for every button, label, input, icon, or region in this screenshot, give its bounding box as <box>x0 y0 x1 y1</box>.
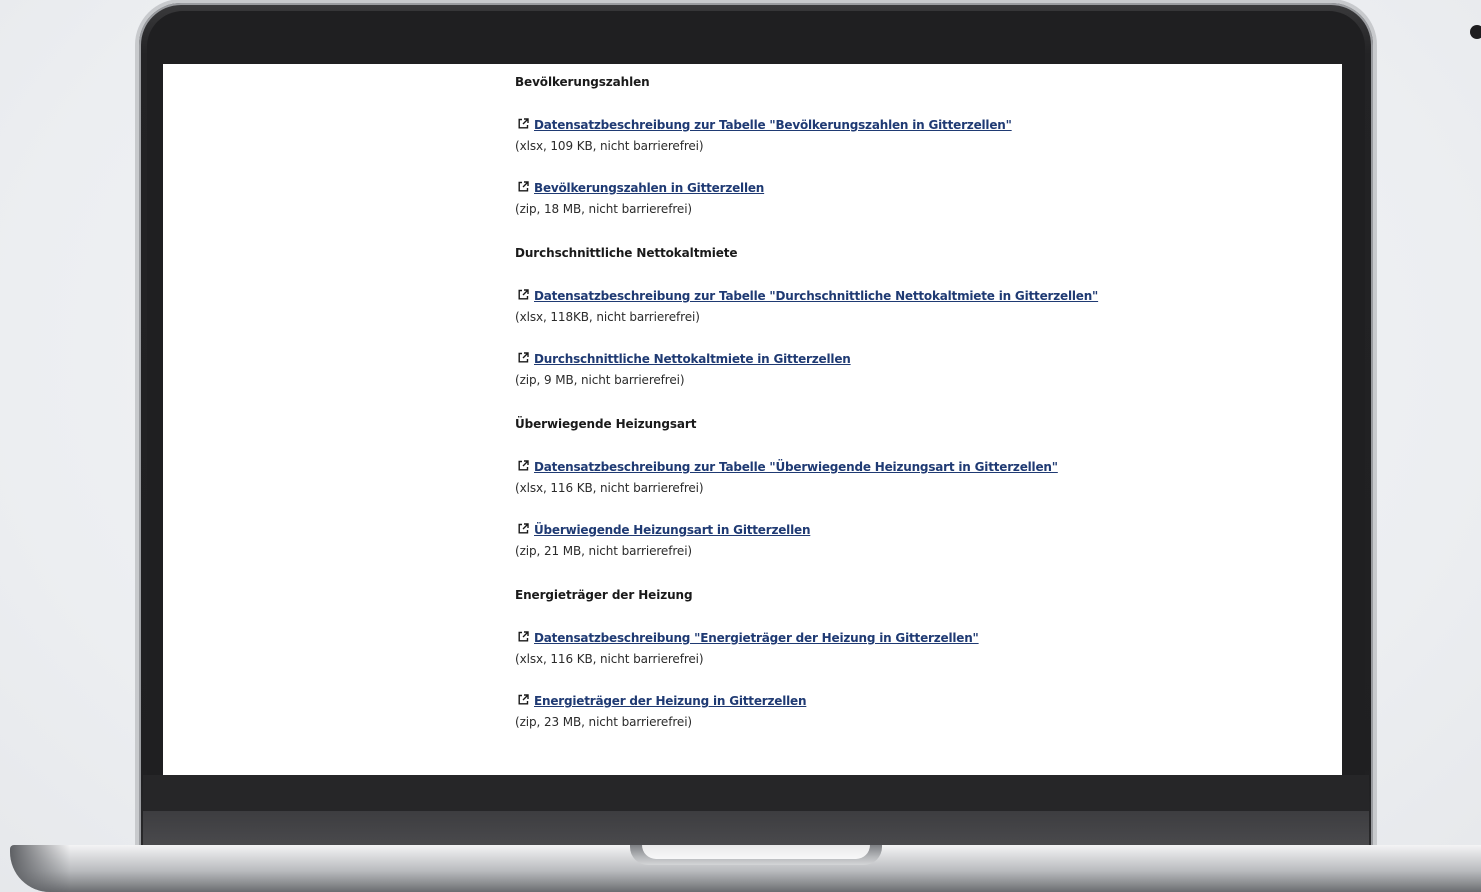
file-meta: (xlsx, 118KB, nicht barrierefrei) <box>515 310 700 324</box>
laptop-screen: Bevölkerungszahlen Datensatzbeschreibung… <box>163 64 1342 775</box>
file-meta: (zip, 23 MB, nicht barrierefrei) <box>515 715 693 729</box>
external-link-icon <box>518 460 529 471</box>
external-link-icon <box>518 694 529 705</box>
download-link-label: Datensatzbeschreibung zur Tabelle "Überw… <box>534 460 1058 474</box>
download-link-label: Datensatzbeschreibung zur Tabelle "Durch… <box>534 289 1099 303</box>
download-link-label: Energieträger der Heizung in Gitterzelle… <box>534 694 807 708</box>
external-link-icon <box>518 118 529 129</box>
download-link-label: Bevölkerungszahlen in Gitterzellen <box>534 181 765 195</box>
file-meta: (zip, 21 MB, nicht barrierefrei) <box>515 544 693 558</box>
external-link-icon <box>518 631 529 642</box>
file-meta: (zip, 9 MB, nicht barrierefrei) <box>515 373 685 387</box>
download-link[interactable]: Datensatzbeschreibung zur Tabelle "Durch… <box>518 289 1098 303</box>
external-link-icon <box>518 289 529 300</box>
external-link-icon <box>518 352 529 363</box>
file-meta: (zip, 18 MB, nicht barrierefrei) <box>515 202 693 216</box>
download-link[interactable]: Datensatzbeschreibung zur Tabelle "Bevöl… <box>518 118 1012 132</box>
section-heading: Energieträger der Heizung <box>515 588 693 602</box>
section-heading: Durchschnittliche Nettokaltmiete <box>515 246 738 260</box>
section-heading: Überwiegende Heizungsart <box>515 417 697 431</box>
file-meta: (xlsx, 116 KB, nicht barrierefrei) <box>515 652 704 666</box>
external-link-icon <box>518 523 529 534</box>
download-link-label: Durchschnittliche Nettokaltmiete in Gitt… <box>534 352 851 366</box>
download-link-label: Überwiegende Heizungsart in Gitterzellen <box>534 523 811 537</box>
download-link[interactable]: Überwiegende Heizungsart in Gitterzellen <box>518 523 810 537</box>
laptop-bezel <box>143 775 1369 811</box>
file-meta: (xlsx, 116 KB, nicht barrierefrei) <box>515 481 704 495</box>
file-meta: (xlsx, 109 KB, nicht barrierefrei) <box>515 139 704 153</box>
bullet-dot <box>1470 25 1481 39</box>
download-link[interactable]: Durchschnittliche Nettokaltmiete in Gitt… <box>518 352 851 366</box>
download-link[interactable]: Energieträger der Heizung in Gitterzelle… <box>518 694 807 708</box>
download-link[interactable]: Datensatzbeschreibung "Energieträger der… <box>518 631 979 645</box>
download-link-label: Datensatzbeschreibung "Energieträger der… <box>534 631 979 645</box>
download-link[interactable]: Datensatzbeschreibung zur Tabelle "Überw… <box>518 460 1058 474</box>
laptop-hinge <box>143 811 1369 847</box>
download-link-label: Datensatzbeschreibung zur Tabelle "Bevöl… <box>534 118 1012 132</box>
external-link-icon <box>518 181 529 192</box>
section-heading: Bevölkerungszahlen <box>515 75 650 89</box>
download-link[interactable]: Bevölkerungszahlen in Gitterzellen <box>518 181 764 195</box>
